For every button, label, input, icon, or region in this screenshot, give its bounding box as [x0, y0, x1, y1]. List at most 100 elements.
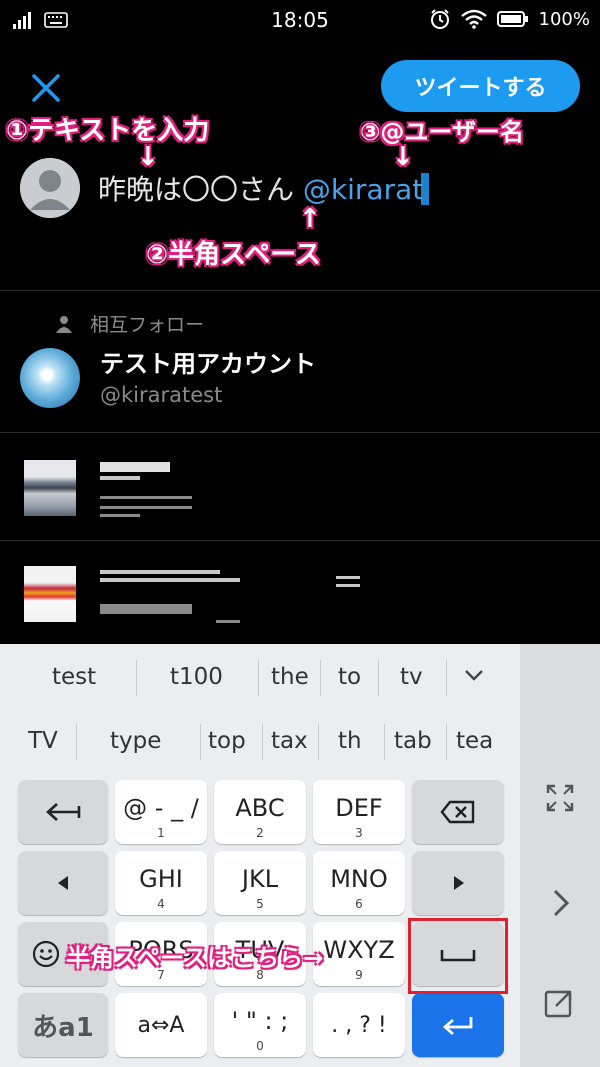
- input-mode-label: あa1: [18, 993, 108, 1057]
- separator: [76, 724, 77, 760]
- status-bar: 18:05 100%: [0, 0, 600, 40]
- key-6[interactable]: MNO 6: [313, 851, 405, 915]
- input-mode-key[interactable]: あa1: [18, 993, 108, 1057]
- divider: [0, 290, 600, 291]
- key-2[interactable]: ABC 2: [214, 780, 306, 844]
- chevron-right-icon[interactable]: [552, 888, 570, 918]
- expand-icon[interactable]: [546, 784, 574, 812]
- triangle-left-icon: [58, 876, 68, 890]
- key-6-label: MNO: [330, 865, 388, 893]
- suggestion-word[interactable]: top: [208, 728, 246, 754]
- keyboard-side-panel: [520, 644, 600, 1067]
- redacted-text: [100, 462, 170, 472]
- separator: [258, 660, 259, 696]
- tweet-compose-input[interactable]: 昨晩は〇〇さん @kirarat: [98, 168, 430, 208]
- annotation-space-hint: 半角スペースはこちら→: [66, 944, 324, 972]
- avatar: [20, 158, 80, 218]
- floating-keyboard-icon[interactable]: [544, 986, 576, 1018]
- separator: [318, 724, 319, 760]
- redacted-text: [100, 570, 220, 574]
- undo-key[interactable]: [18, 780, 108, 844]
- enter-icon: [442, 1017, 473, 1036]
- default-avatar-icon: [20, 158, 80, 218]
- key-4-label: GHI: [139, 865, 183, 893]
- redacted-text: [100, 496, 192, 499]
- separator: [320, 660, 321, 696]
- separator: [446, 724, 447, 760]
- key-9[interactable]: WXYZ 9: [313, 922, 405, 986]
- key-1-label: @ - _ /: [123, 794, 199, 822]
- redacted-text: [100, 578, 240, 582]
- smiley-icon: [32, 940, 60, 968]
- cursor-left-key[interactable]: [18, 851, 108, 915]
- suggestion-word[interactable]: tv: [400, 664, 423, 690]
- suggested-account-name: テスト用アカウント: [100, 350, 316, 378]
- compose-mention: @kirarat: [302, 173, 424, 206]
- redacted-text: [336, 584, 360, 587]
- compose-plain-text: 昨晩は〇〇さん: [98, 173, 303, 206]
- tweet-button[interactable]: ツイートする: [381, 60, 580, 112]
- suggestion-word[interactable]: type: [110, 728, 161, 754]
- suggestion-word[interactable]: th: [338, 728, 362, 754]
- suggestion-word[interactable]: TV: [28, 728, 58, 754]
- key-3[interactable]: DEF 3: [313, 780, 405, 844]
- separator: [262, 724, 263, 760]
- key-4-number: 4: [157, 897, 165, 911]
- suggestion-word[interactable]: test: [52, 664, 96, 690]
- text-cursor: [421, 173, 430, 205]
- battery-icon: [496, 11, 528, 27]
- suggestion-bar: test t100 the to tv TV type top tax th t…: [0, 644, 520, 772]
- key-3-label: DEF: [335, 794, 383, 822]
- redacted-text: [336, 576, 360, 579]
- suggestion-word[interactable]: t100: [170, 664, 223, 690]
- triangle-right-icon: [454, 876, 464, 890]
- key-9-number: 9: [355, 968, 363, 982]
- redacted-text: [100, 514, 140, 517]
- close-icon: [32, 74, 60, 102]
- punctuation-label: . , ? !: [331, 1012, 387, 1038]
- key-3-number: 3: [355, 826, 363, 840]
- key-5-label: JKL: [241, 865, 279, 893]
- suggestion-word[interactable]: tea: [456, 728, 493, 754]
- separator: [446, 660, 447, 696]
- annotation-step3: ③@ユーザー名: [360, 118, 524, 146]
- key-0-number: 0: [256, 1039, 264, 1053]
- suggestion-word[interactable]: tax: [271, 728, 308, 754]
- divider: [0, 540, 600, 541]
- soft-keyboard: test t100 the to tv TV type top tax th t…: [0, 644, 600, 1067]
- separator: [136, 660, 137, 696]
- cursor-right-key[interactable]: [412, 851, 504, 915]
- alarm-icon: [430, 9, 449, 29]
- key-9-label: WXYZ: [323, 936, 395, 964]
- separator: [378, 660, 379, 696]
- chevron-down-icon[interactable]: [464, 668, 484, 682]
- space-key-highlight: [408, 918, 508, 994]
- enter-key[interactable]: [412, 993, 504, 1057]
- redacted-text: [100, 476, 140, 480]
- person-icon: [56, 315, 72, 333]
- close-button[interactable]: [28, 70, 64, 106]
- backspace-key[interactable]: [412, 780, 504, 844]
- backspace-icon: [440, 800, 475, 824]
- input-mode-text: あa1: [32, 1012, 94, 1043]
- separator: [200, 724, 201, 760]
- key-0[interactable]: ' " : ; 0: [214, 993, 306, 1057]
- mutual-follow-label-row: 相互フォロー: [56, 310, 204, 337]
- case-toggle-key[interactable]: a⇔A: [115, 993, 207, 1057]
- annotation-arrow-up: ↑: [299, 204, 321, 234]
- key-4[interactable]: GHI 4: [115, 851, 207, 915]
- key-1-number: 1: [157, 826, 165, 840]
- suggestion-word[interactable]: the: [271, 664, 309, 690]
- redacted-text: [100, 506, 192, 509]
- suggestion-word[interactable]: to: [338, 664, 361, 690]
- key-5[interactable]: JKL 5: [214, 851, 306, 915]
- punctuation-key[interactable]: . , ? !: [313, 993, 405, 1057]
- annotation-step1: ①テキストを入力: [6, 116, 210, 146]
- key-0-label: ' " : ;: [231, 1007, 289, 1035]
- redacted-avatar: [24, 566, 76, 622]
- redacted-text: [216, 620, 240, 623]
- suggestion-word[interactable]: tab: [394, 728, 432, 754]
- mutual-follow-label: 相互フォロー: [90, 314, 205, 336]
- key-5-number: 5: [256, 897, 264, 911]
- key-1[interactable]: @ - _ / 1: [115, 780, 207, 844]
